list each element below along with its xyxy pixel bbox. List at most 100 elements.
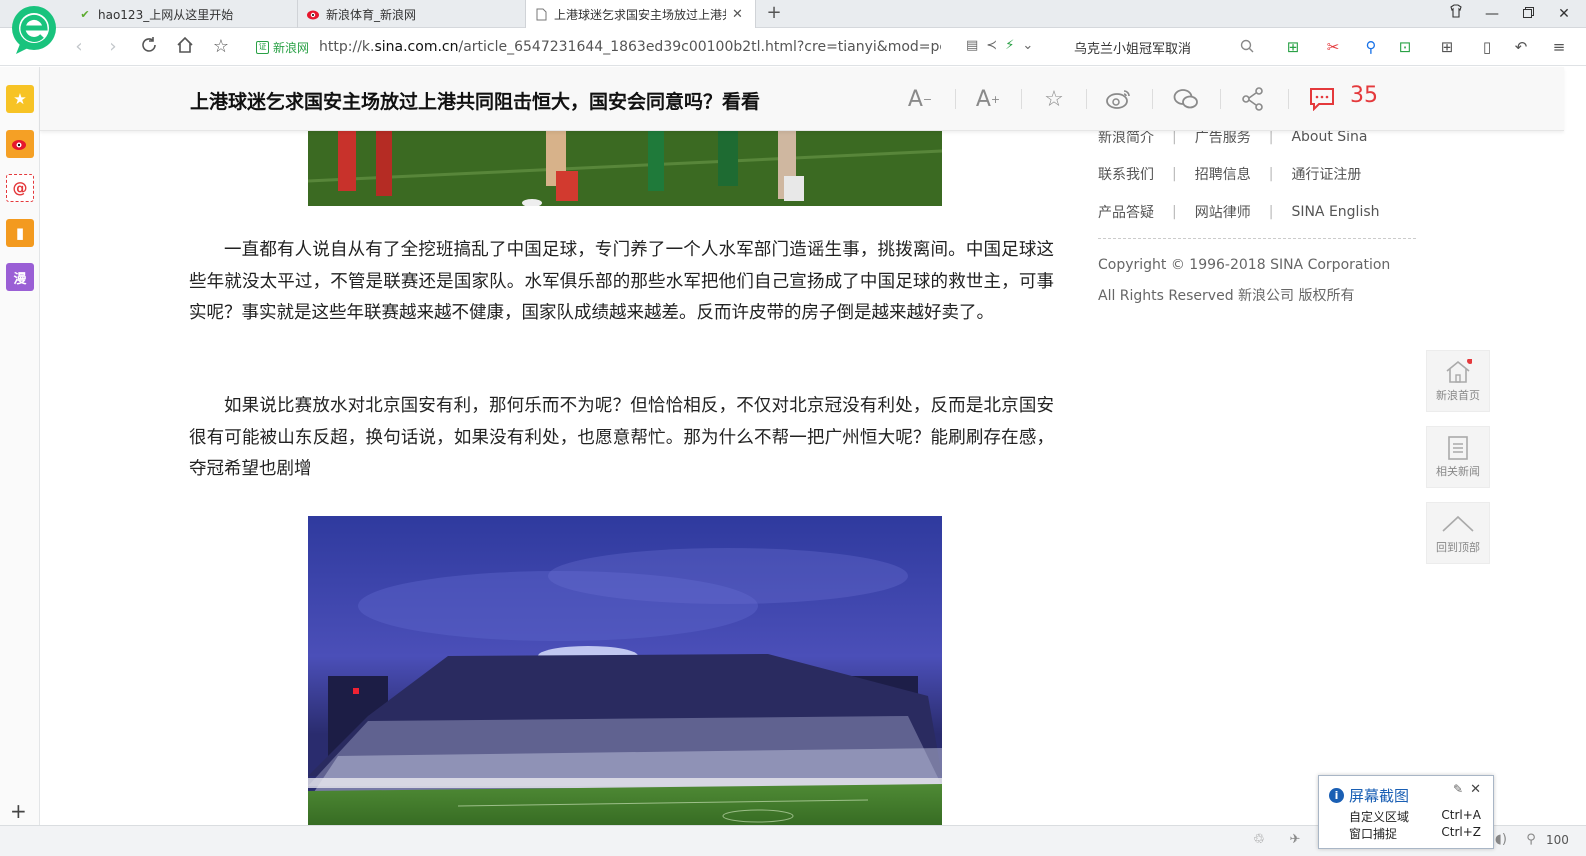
site-verified-badge[interactable]: 证 新浪网	[256, 39, 309, 56]
float-button-label: 相关新闻	[1436, 465, 1480, 478]
page-icon	[534, 8, 548, 22]
divider	[1021, 89, 1022, 109]
zoom-level[interactable]: 100	[1546, 833, 1569, 847]
sidebar-weibo-icon[interactable]	[6, 130, 34, 158]
tab-article[interactable]: 上港球迷乞求国安主场放过上港共同阻击恒大，国安会同意吗？看看 ✕	[526, 0, 756, 29]
sidebar-favorites-icon[interactable]: ★	[6, 85, 34, 113]
url-text[interactable]: http://k.sina.com.cn/article_6547231644_…	[319, 39, 941, 55]
footer-link[interactable]: About Sina	[1291, 131, 1367, 145]
restore-button[interactable]	[1518, 4, 1538, 24]
tab-bar: ✔ hao123_上网从这里开始 新浪体育_新浪网 上港球迷乞求国安主场放过上港…	[0, 0, 1586, 29]
forward-button[interactable]: ›	[102, 36, 124, 58]
float-button-label: 回到顶部	[1436, 541, 1480, 554]
volume-icon[interactable]: ◖)	[1492, 832, 1510, 850]
sidebar-mail-icon[interactable]: @	[6, 174, 34, 202]
wechat-share-icon[interactable]	[1170, 83, 1202, 115]
comment-count[interactable]: 35	[1350, 83, 1378, 108]
footer-link[interactable]: 网站律师	[1195, 202, 1251, 222]
footer-link[interactable]: SINA English	[1291, 204, 1379, 220]
footer-row: 联系我们 | 招聘信息 | 通行证注册	[1098, 164, 1361, 184]
sidebar-comic-icon[interactable]: 漫	[6, 263, 34, 291]
reader-mode-icon[interactable]: ▤	[966, 38, 978, 53]
refresh-icon[interactable]	[138, 36, 160, 58]
shortcut-key: Ctrl+A	[1441, 808, 1481, 822]
back-button[interactable]: ‹	[68, 36, 90, 58]
browser-logo-icon[interactable]	[10, 4, 58, 56]
article-title: 上港球迷乞求国安主场放过上港共同阻击恒大，国安会同意吗？看看	[190, 91, 761, 113]
article-paragraph: 一直都有人说自从有了全挖班搞乱了中国足球，专门养了一个人水军部门造谣生事，挑拨离…	[189, 240, 1054, 323]
comment-icon[interactable]	[1306, 83, 1338, 115]
font-larger-icon[interactable]: A +	[972, 83, 1004, 115]
favorite-star-icon[interactable]: ☆	[210, 36, 232, 58]
share-icon[interactable]	[1237, 83, 1269, 115]
footer-link[interactable]: 广告服务	[1195, 131, 1251, 147]
undo-icon[interactable]: ↶	[1510, 37, 1532, 57]
footer-link[interactable]: 通行证注册	[1291, 164, 1361, 184]
menu-icon[interactable]: ≡	[1548, 37, 1570, 57]
pin-icon[interactable]: ✈	[1286, 832, 1304, 850]
close-icon[interactable]: ✕	[1470, 782, 1481, 797]
tab-close-icon[interactable]: ✕	[732, 7, 743, 22]
tab-sina-sports[interactable]: 新浪体育_新浪网	[298, 0, 526, 28]
left-sidebar: ★ @ ▮ 漫 +	[0, 67, 40, 827]
scissors-icon[interactable]: ✂	[1322, 37, 1344, 57]
tab-title: hao123_上网从这里开始	[98, 7, 234, 22]
tab-hao123[interactable]: ✔ hao123_上网从这里开始	[70, 0, 298, 28]
sidebar-add-button[interactable]: +	[10, 799, 27, 823]
divider	[955, 89, 956, 109]
site-badge-label: 新浪网	[273, 40, 310, 55]
divider	[1086, 89, 1087, 109]
weibo-share-icon[interactable]	[1103, 83, 1135, 115]
url-prefix: http://k.	[319, 39, 375, 55]
gamepad-icon[interactable]: ⊡	[1394, 37, 1416, 57]
float-back-to-top-button[interactable]: 回到顶部	[1426, 502, 1490, 564]
screenshot-window-capture-option[interactable]: 窗口捕捉	[1349, 825, 1397, 842]
separator: |	[1268, 166, 1274, 182]
home-icon	[1446, 359, 1472, 383]
skin-icon[interactable]	[1446, 4, 1466, 24]
pin-icon[interactable]: ✎	[1453, 782, 1463, 796]
search-icon[interactable]	[1240, 39, 1254, 53]
divider	[1288, 89, 1289, 109]
separator: |	[1172, 204, 1177, 220]
article-paragraph: 如果说比赛放水对北京国安有利，那何乐而不为呢？但恰恰相反，不仅对北京冠没有利处，…	[189, 396, 1054, 479]
sina-weibo-eye-icon	[306, 7, 320, 21]
user-add-icon[interactable]: ⊞	[1282, 37, 1304, 57]
home-icon[interactable]	[174, 36, 196, 58]
minimize-button[interactable]: —	[1482, 4, 1502, 24]
float-related-news-button[interactable]: 相关新闻	[1426, 426, 1490, 488]
new-tab-button[interactable]: +	[764, 4, 784, 24]
shortcut-key: Ctrl+Z	[1441, 825, 1481, 839]
lightning-icon[interactable]: ⚡	[1005, 38, 1014, 53]
popup-title-text: 屏幕截图	[1349, 787, 1410, 805]
footer-link[interactable]: 新浪简介	[1098, 131, 1154, 147]
footer-link[interactable]: 产品答疑	[1098, 202, 1154, 222]
search-input[interactable]: 乌克兰小姐冠军取消	[1074, 38, 1191, 57]
apps-grid-icon[interactable]: ⊞	[1436, 37, 1458, 57]
footer-link[interactable]: 招聘信息	[1195, 164, 1251, 184]
bookmark-star-icon[interactable]: ☆	[1038, 83, 1070, 115]
separator: |	[1268, 204, 1274, 220]
screenshot-custom-area-option[interactable]: 自定义区域	[1349, 808, 1409, 825]
chevron-down-icon[interactable]: ⌄	[1022, 38, 1033, 53]
footer-divider	[1098, 238, 1416, 239]
share-icon[interactable]: ≺	[986, 38, 997, 53]
copyright-text: All Rights Reserved 新浪公司 版权所有	[1098, 288, 1355, 304]
float-home-button[interactable]: 新浪首页	[1426, 350, 1490, 412]
hao123-leaf-icon: ✔	[80, 7, 90, 21]
search-tool-icon[interactable]: ⚲	[1360, 37, 1382, 57]
zoom-icon[interactable]: ⚲	[1522, 832, 1540, 850]
article-content: 一直都有人说自从有了全挖班搞乱了中国足球，专门养了一个人水军部门造谣生事，挑拨离…	[40, 131, 1564, 825]
divider	[1152, 89, 1153, 109]
sidebar-note-icon[interactable]: ▮	[6, 219, 34, 247]
navigation-bar: ‹ › ☆ 证 新浪网 http://k.sina.com.cn/article…	[0, 28, 1586, 66]
address-bar[interactable]: 证 新浪网 http://k.sina.com.cn/article_65472…	[256, 33, 1056, 61]
tablet-icon[interactable]: ▯	[1476, 37, 1498, 57]
footer-row: 产品答疑 | 网站律师 | SINA English	[1098, 202, 1380, 222]
font-smaller-icon[interactable]: A −	[904, 83, 936, 115]
footer-link[interactable]: 联系我们	[1098, 164, 1154, 184]
accelerate-icon[interactable]: ♲	[1250, 832, 1268, 850]
search-box[interactable]: 乌克兰小姐冠军取消	[1066, 33, 1262, 61]
close-window-button[interactable]: ✕	[1554, 4, 1574, 24]
info-icon: i	[1329, 788, 1344, 803]
